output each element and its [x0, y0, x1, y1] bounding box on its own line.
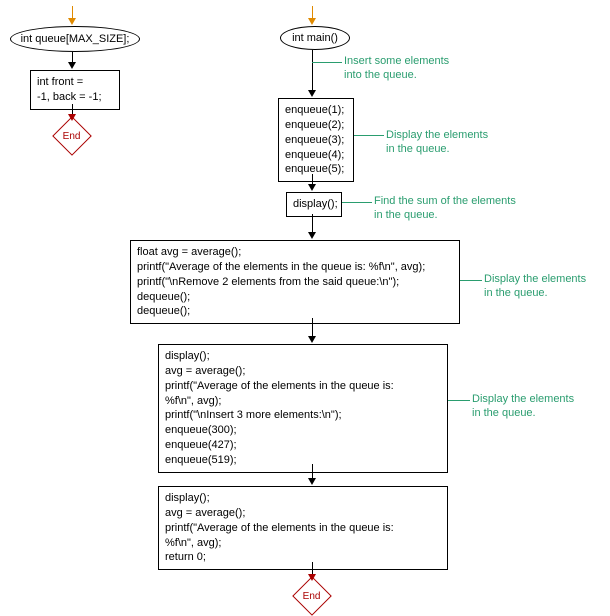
block-avg1: float avg = average(); printf("Average o… [130, 240, 460, 324]
right-line-2 [312, 174, 313, 184]
right-line-5 [312, 464, 313, 478]
block-display: display(); [286, 192, 342, 217]
block-avg3-text: display(); avg = average(); printf("Aver… [165, 492, 394, 563]
left-process: int front = -1, back = -1; [30, 70, 120, 110]
left-line-2 [72, 104, 73, 114]
comment-line-display2 [460, 280, 482, 281]
left-terminal: int queue[MAX_SIZE]; [10, 26, 140, 52]
right-arrow-2 [308, 184, 316, 191]
right-arrow-4 [308, 336, 316, 343]
comment-display2: Display the elements in the queue. [484, 272, 604, 301]
block-enqueue-text: enqueue(1); enqueue(2); enqueue(3); enqu… [285, 104, 344, 175]
right-terminal-label: int main() [292, 32, 338, 44]
comment-insert: Insert some elements into the queue. [344, 54, 484, 83]
left-end-label: End [63, 130, 81, 141]
block-display-text: display(); [293, 198, 338, 210]
block-avg1-text: float avg = average(); printf("Average o… [137, 246, 425, 317]
left-terminal-label: int queue[MAX_SIZE]; [21, 33, 130, 45]
comment-line-display1 [354, 135, 384, 136]
block-enqueue: enqueue(1); enqueue(2); enqueue(3); enqu… [278, 98, 354, 182]
right-line-1 [312, 50, 313, 90]
right-arrow-5 [308, 478, 316, 485]
comment-line-sum [342, 202, 372, 203]
block-avg2: display(); avg = average(); printf("Aver… [158, 344, 448, 473]
right-end-label: End [303, 590, 321, 601]
right-line-4 [312, 318, 313, 336]
right-line-3 [312, 214, 313, 232]
left-entry-arrow [68, 18, 76, 25]
right-arrow-3 [308, 232, 316, 239]
right-entry-arrow [308, 18, 316, 25]
comment-display3: Display the elements in the queue. [472, 392, 592, 421]
right-end: End [292, 576, 332, 616]
left-line-1 [72, 52, 73, 62]
right-entry-line [312, 6, 313, 18]
right-terminal: int main() [280, 26, 350, 50]
right-arrow-1 [308, 90, 316, 97]
left-entry-line [72, 6, 73, 18]
left-end: End [52, 116, 92, 156]
comment-sum: Find the sum of the elements in the queu… [374, 194, 544, 223]
block-avg3: display(); avg = average(); printf("Aver… [158, 486, 448, 570]
block-avg2-text: display(); avg = average(); printf("Aver… [165, 350, 394, 466]
comment-display1: Display the elements in the queue. [386, 128, 526, 157]
right-line-6 [312, 562, 313, 574]
comment-line-insert [312, 62, 342, 63]
left-arrow-1 [68, 62, 76, 69]
comment-line-display3 [448, 400, 470, 401]
left-process-text: int front = -1, back = -1; [37, 76, 102, 103]
